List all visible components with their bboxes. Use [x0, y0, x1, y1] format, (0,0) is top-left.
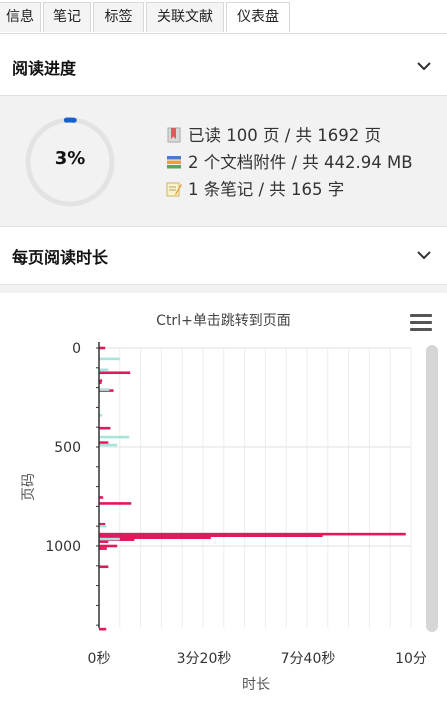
chart-title: Ctrl+单击跳转到页面: [156, 313, 291, 329]
tab-related[interactable]: 关联文献: [146, 2, 224, 32]
stat-attachments: 2 个文档附件 / 共 442.94 MB: [166, 149, 413, 172]
tab-info[interactable]: 信息: [0, 2, 41, 32]
tab-dashboard[interactable]: 仪表盘: [226, 2, 290, 32]
reading-progress-panel: 3% 已读 100 页 / 共 1692 页 2 个文档附件 / 共 442.9…: [0, 96, 447, 227]
chart-panel: [0, 293, 447, 702]
stat-notes: 1 条笔记 / 共 165 字: [166, 176, 345, 199]
reading-progress-header[interactable]: 阅读进度: [0, 38, 447, 96]
chevron-down-icon[interactable]: [415, 57, 433, 75]
memo-icon: [166, 182, 182, 197]
chart-scrollbar[interactable]: [426, 345, 438, 632]
stat-notes-text: 1 条笔记 / 共 165 字: [188, 180, 345, 199]
bookmark-icon: [167, 127, 181, 143]
stat-pages-read-text: 已读 100 页 / 共 1692 页: [188, 126, 382, 145]
books-icon: [167, 156, 181, 169]
tab-bar: 信息 笔记 标签 关联文献 仪表盘: [0, 0, 447, 34]
chart-menu-icon[interactable]: [410, 314, 432, 332]
chevron-down-icon[interactable]: [415, 246, 433, 264]
tab-tags[interactable]: 标签: [93, 2, 144, 32]
stat-pages-read: 已读 100 页 / 共 1692 页: [166, 122, 382, 145]
reading-progress-title: 阅读进度: [12, 59, 77, 78]
stat-attachments-text: 2 个文档附件 / 共 442.94 MB: [188, 153, 413, 172]
tab-notes[interactable]: 笔记: [43, 2, 91, 32]
progress-percent: 3%: [54, 148, 86, 169]
reading-time-header[interactable]: 每页阅读时长: [0, 227, 447, 285]
reading-time-title: 每页阅读时长: [12, 248, 109, 267]
